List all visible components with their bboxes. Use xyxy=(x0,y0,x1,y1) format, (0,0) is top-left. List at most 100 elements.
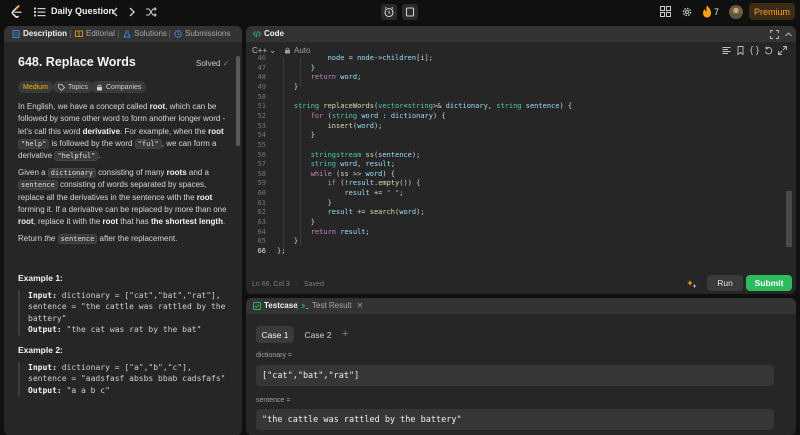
code-text: stringstream ss(sentence); xyxy=(310,150,421,159)
alarm-clock-icon xyxy=(384,6,394,18)
problem-title[interactable]: 648. Replace Words xyxy=(18,55,136,69)
layout-grid-icon[interactable] xyxy=(660,6,671,17)
problem-list-icon[interactable] xyxy=(34,7,46,17)
code-text: result += search(word); xyxy=(327,208,425,217)
tab-submissions[interactable]: Submissions xyxy=(174,29,230,38)
line-number: 64 xyxy=(257,227,266,236)
description-paragraph-3: Return the sentence after the replacemen… xyxy=(18,234,178,244)
premium-button[interactable]: Premium xyxy=(749,3,795,20)
companies-chip[interactable]: Companies xyxy=(91,81,147,93)
code-text: while (ss >> word) { xyxy=(310,169,396,178)
tab-description[interactable]: Description xyxy=(12,29,67,38)
gear-icon[interactable] xyxy=(681,6,693,18)
code-line[interactable]: 54 } xyxy=(246,131,786,141)
left-tab-bar: Description Editorial Solutions Submissi… xyxy=(4,26,242,42)
code-line[interactable]: 63 } xyxy=(246,218,786,228)
code-line[interactable]: 62 result += search(word); xyxy=(246,208,786,218)
tab-test-result[interactable]: Test Result ✕ xyxy=(301,301,363,310)
line-number: 56 xyxy=(257,150,266,159)
solved-label: Solved xyxy=(196,59,221,68)
add-case-icon[interactable]: + xyxy=(342,328,348,340)
code-line[interactable]: 51 string replaceWords(vector<string>& d… xyxy=(246,102,786,112)
submit-button[interactable]: Submit xyxy=(746,275,792,291)
shuffle-icon[interactable] xyxy=(145,6,157,18)
tab-testcase[interactable]: Testcase xyxy=(253,301,298,310)
case-2-tab[interactable]: Case 2 xyxy=(298,326,338,343)
code-line[interactable]: 55 xyxy=(246,141,786,151)
tab-code[interactable]: Code xyxy=(253,29,284,38)
chevron-up-icon[interactable] xyxy=(784,30,793,39)
code-tab-bar: Code xyxy=(246,26,796,42)
status-separator: · xyxy=(295,281,299,288)
code-line[interactable]: 48 return word; xyxy=(246,73,786,83)
code-line[interactable]: 47 } xyxy=(246,64,786,74)
note-icon xyxy=(405,7,415,17)
code-text: } xyxy=(277,237,299,246)
line-number: 49 xyxy=(257,82,266,91)
topics-chip[interactable]: Topics xyxy=(53,81,93,93)
code-scrollbar[interactable] xyxy=(786,191,792,247)
line-number: 57 xyxy=(257,160,266,169)
avatar-image-icon xyxy=(731,7,741,19)
leetcode-logo-icon[interactable] xyxy=(10,5,24,19)
saved-status: Saved xyxy=(304,281,324,288)
code-line[interactable]: 53 insert(word); xyxy=(246,122,786,132)
sentence-input[interactable]: "the cattle was rattled by the battery" xyxy=(256,409,774,430)
tab-divider xyxy=(70,30,71,38)
example-2-title: Example 2: xyxy=(18,345,63,355)
code-line[interactable]: 49 } xyxy=(246,83,786,93)
line-number: 61 xyxy=(257,198,266,207)
case-1-tab[interactable]: Case 1 xyxy=(256,326,294,343)
close-icon[interactable]: ✕ xyxy=(357,301,364,310)
code-line[interactable]: 58 while (ss >> word) { xyxy=(246,170,786,180)
book-icon xyxy=(75,30,83,37)
dictionary-input[interactable]: ["cat","bat","rat"] xyxy=(256,365,774,386)
chevron-left-icon[interactable] xyxy=(109,5,121,19)
code-text: insert(word); xyxy=(327,121,383,130)
code-line[interactable]: 56 stringstream ss(sentence); xyxy=(246,151,786,161)
avatar[interactable] xyxy=(729,5,743,19)
code-line[interactable]: 50 xyxy=(246,93,786,103)
sparkle-icon[interactable] xyxy=(687,279,697,289)
difficulty-badge[interactable]: Medium xyxy=(18,81,53,93)
tab-editorial[interactable]: Editorial xyxy=(75,29,115,38)
code-line[interactable]: 66}; xyxy=(246,247,786,257)
tab-solutions[interactable]: Solutions xyxy=(123,29,167,38)
description-paragraph-2: Given a dictionary consisting of many ro… xyxy=(18,168,227,227)
flask-icon xyxy=(123,30,131,37)
tab-editorial-label: Editorial xyxy=(86,29,115,38)
example-1-block: Input: dictionary = ["cat","bat","rat"],… xyxy=(18,290,232,336)
fire-streak-icon[interactable] xyxy=(702,5,712,18)
chevron-right-icon[interactable] xyxy=(126,5,138,19)
line-number: 52 xyxy=(257,111,266,120)
fullscreen-icon[interactable] xyxy=(770,30,779,39)
daily-question-link[interactable]: Daily Question xyxy=(51,6,114,16)
tag-icon xyxy=(58,83,65,91)
description-bottom-toolbar xyxy=(4,426,242,435)
code-editor[interactable]: 46 node = node->children[i]; 47 } 48 retur… xyxy=(246,54,796,284)
test-tab-bar: Testcase Test Result ✕ xyxy=(246,298,796,314)
code-line[interactable]: 52 for (string word : dictionary) { xyxy=(246,112,786,122)
code-line[interactable]: 46 node = node->children[i]; xyxy=(246,54,786,64)
line-number: 66 xyxy=(257,247,266,255)
code-line[interactable]: 65 } xyxy=(246,237,786,247)
example-2-block: Input: dictionary = ["a","b","c"], sente… xyxy=(18,362,232,396)
code-line[interactable]: 61 } xyxy=(246,199,786,209)
line-number: 55 xyxy=(257,140,266,149)
notes-button[interactable] xyxy=(402,4,418,20)
run-button[interactable]: Run xyxy=(707,275,743,291)
code-line[interactable]: 60 result += " "; xyxy=(246,189,786,199)
tab-solutions-label: Solutions xyxy=(134,29,167,38)
timer-button[interactable] xyxy=(381,4,397,20)
code-line[interactable]: 64 return result; xyxy=(246,228,786,238)
line-number: 50 xyxy=(257,92,266,101)
code-text: }; xyxy=(277,247,286,255)
code-text: } xyxy=(277,63,315,72)
code-text: } xyxy=(277,218,315,227)
code-line[interactable]: 59 if (!result.empty()) { xyxy=(246,179,786,189)
testcase-panel: Testcase Test Result ✕ Case 1 Case 2 + d… xyxy=(246,298,796,435)
description-scrollbar[interactable] xyxy=(236,56,240,146)
code-line[interactable]: 57 string word, result; xyxy=(246,160,786,170)
history-icon xyxy=(174,29,182,38)
code-text: result += " "; xyxy=(344,189,404,198)
